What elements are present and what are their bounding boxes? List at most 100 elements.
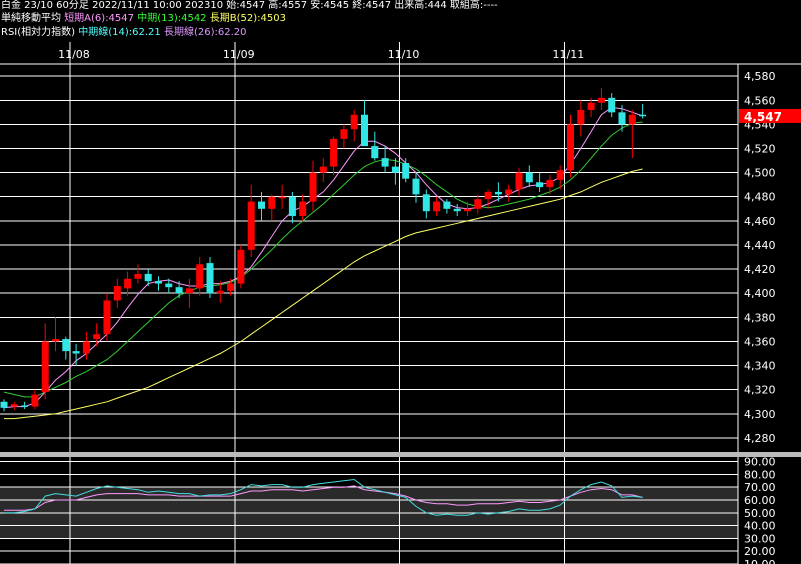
candle-up xyxy=(505,189,513,195)
candle-up xyxy=(474,199,482,209)
candle-up xyxy=(103,300,111,335)
candle-up xyxy=(597,97,605,103)
price-tick-label: 4,300 xyxy=(744,408,776,421)
price-tick-label: 4,580 xyxy=(744,70,776,83)
moving-average-legend: 単純移動平均 短期A(6):4547 中期(13):4542 長期B(52):4… xyxy=(1,12,286,26)
candle-down xyxy=(371,146,379,159)
ma-short-legend: 短期A(6):4547 xyxy=(64,13,135,24)
candle-down xyxy=(288,196,296,217)
rsi-tick-label: 70.00 xyxy=(744,481,776,494)
candle-down xyxy=(165,283,173,288)
candle-up xyxy=(340,129,348,139)
ma-mid-legend: 中期(13):4542 xyxy=(137,13,207,24)
candle-up xyxy=(577,109,585,125)
date-tick-label: 11/11 xyxy=(553,48,585,61)
candle-down xyxy=(361,114,368,147)
candle-up xyxy=(52,339,59,342)
price-tick-label: 4,280 xyxy=(744,432,776,445)
candle-up xyxy=(134,273,142,279)
rsi-tick-label: 30.00 xyxy=(744,532,776,545)
ma-long-line xyxy=(4,168,643,420)
candle-down xyxy=(0,401,8,408)
candle-down xyxy=(618,112,626,125)
pane-separator xyxy=(0,452,801,457)
candle-up xyxy=(185,288,193,294)
candle-down xyxy=(381,158,389,167)
candle-down xyxy=(422,194,430,212)
candle-up xyxy=(113,285,121,301)
candle-up xyxy=(309,172,317,202)
candle-up xyxy=(227,283,235,291)
date-tick-label: 11/10 xyxy=(388,48,420,61)
candle-up xyxy=(587,102,595,110)
price-chart[interactable]: 4,280 4,300 4,320 4,340 4,360 4,380 4,400 4,420… xyxy=(0,42,801,564)
candle-up xyxy=(546,179,554,188)
price-tick-label: 4,380 xyxy=(744,311,776,324)
price-tick-label: 4,480 xyxy=(744,191,776,204)
candle-down xyxy=(608,97,616,113)
rsi-tick-label: 20.00 xyxy=(744,545,776,558)
ma-short-line xyxy=(3,106,643,409)
price-tick-label: 4,320 xyxy=(744,384,776,397)
candle-down xyxy=(443,201,451,209)
candle-up xyxy=(484,191,492,200)
candle-down xyxy=(453,208,461,212)
date-tick-label: 11/08 xyxy=(58,48,90,61)
candle-up xyxy=(216,290,224,294)
candle-up xyxy=(237,249,245,284)
price-tick-label: 4,340 xyxy=(744,360,776,373)
candle-up xyxy=(31,394,39,407)
candle-up xyxy=(93,334,101,340)
ma-legend-title: 単純移動平均 xyxy=(1,13,61,24)
candle-up xyxy=(299,201,307,217)
candle-up xyxy=(350,114,358,130)
candle-down xyxy=(494,191,502,195)
rsi-legend: RSI(相対力指数) 中期線(14):62.21 長期線(26):62.20 xyxy=(1,26,247,40)
price-tick-label: 4,460 xyxy=(744,215,776,228)
rsi-legend-title: RSI(相対力指数) xyxy=(1,27,76,38)
price-tick-label: 4,440 xyxy=(744,239,776,252)
price-tick-label: 4,400 xyxy=(744,287,776,300)
chart-header: 白金 23/10 60分足 2022/11/11 10:00 202310 始:… xyxy=(0,0,801,42)
rsi-tick-label: 90.00 xyxy=(744,456,776,469)
candle-down xyxy=(21,405,29,407)
rsi-tick-label: 10.00 xyxy=(744,558,776,564)
rsi-tick-label: 80.00 xyxy=(744,468,776,481)
candle-down xyxy=(639,114,647,117)
candle-down xyxy=(62,339,70,352)
date-tick-label: 11/09 xyxy=(223,48,255,61)
candle-up xyxy=(628,114,636,125)
candle-up xyxy=(82,341,90,354)
candle-down xyxy=(155,281,162,284)
candle-up xyxy=(515,172,523,190)
price-tick-label: 4,500 xyxy=(744,167,776,180)
candle-up xyxy=(124,278,132,289)
candle-down xyxy=(175,287,183,294)
candle-down xyxy=(402,162,410,179)
candle-down xyxy=(536,182,544,188)
candle-up xyxy=(10,404,18,407)
candle-up xyxy=(41,341,49,393)
rsi-long-legend: 長期線(26):62.20 xyxy=(163,27,247,38)
candle-up xyxy=(464,208,471,212)
price-tick-label: 4,420 xyxy=(744,263,776,276)
candle-up xyxy=(567,124,574,171)
last-price-label: 4,547 xyxy=(744,110,782,124)
price-tick-label: 4,520 xyxy=(744,143,776,156)
rsi-tick-label: 40.00 xyxy=(744,520,776,533)
price-tick-label: 4,560 xyxy=(744,94,776,107)
candle-up xyxy=(247,201,255,250)
candle-down xyxy=(391,166,399,173)
candle-up xyxy=(319,166,327,173)
candle-down xyxy=(206,263,214,294)
candle-up xyxy=(196,264,204,289)
candle-down xyxy=(144,273,152,282)
rsi-tick-label: 60.00 xyxy=(744,494,776,507)
candle-up xyxy=(330,138,338,167)
candle-up xyxy=(278,196,286,199)
candle-up xyxy=(268,196,276,209)
candle-down xyxy=(258,201,265,209)
candle-up xyxy=(433,201,441,212)
rsi-mid-legend: 中期線(14):62.21 xyxy=(78,27,161,38)
candle-down xyxy=(72,351,80,354)
